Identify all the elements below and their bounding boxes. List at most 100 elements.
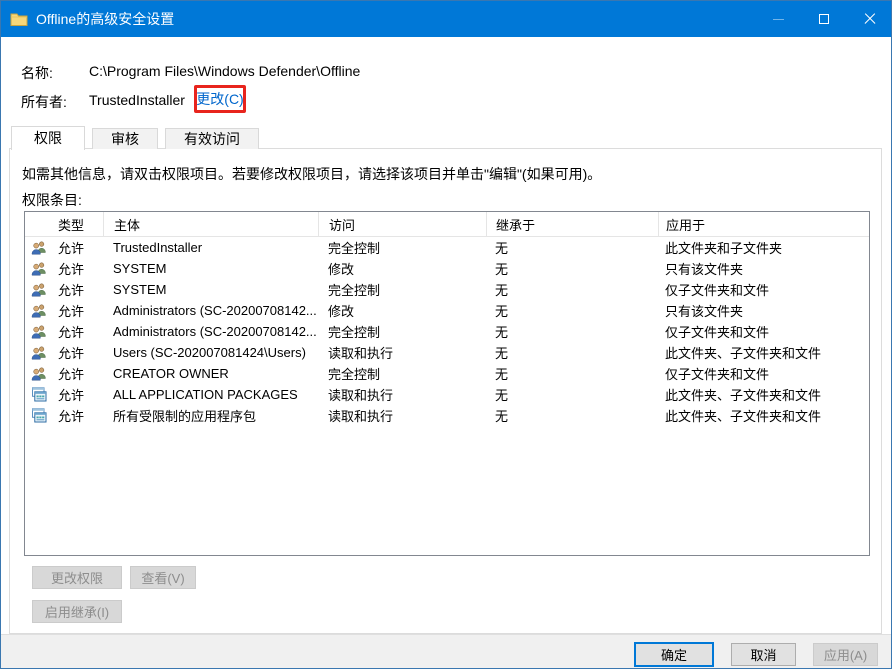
cell-access: 完全控制 [318, 280, 486, 299]
permission-entries-label: 权限条目: [22, 190, 82, 210]
column-header-inherited-from[interactable]: 继承于 [486, 212, 658, 236]
cell-applies-to: 此文件夹、子文件夹和文件 [658, 406, 869, 425]
tab-strip: 权限 审核 有效访问 [11, 126, 259, 150]
cell-inherited-from: 无 [486, 406, 658, 425]
owner-label: 所有者: [21, 92, 67, 112]
instruction-text: 如需其他信息，请双击权限项目。若要修改权限项目，请选择该项目并单击"编辑"(如果… [22, 164, 601, 184]
tab-permissions[interactable]: 权限 [11, 126, 85, 150]
permission-row[interactable]: 允许 TrustedInstaller 完全控制 无 此文件夹和子文件夹 [25, 237, 869, 258]
cell-type: 允许 [58, 301, 84, 320]
cell-type: 允许 [58, 322, 84, 341]
change-permissions-button[interactable]: 更改权限 [32, 566, 122, 589]
permission-row[interactable]: 允许 所有受限制的应用程序包 读取和执行 无 此文件夹、子文件夹和文件 [25, 405, 869, 426]
users-icon [31, 282, 47, 297]
cell-access: 读取和执行 [318, 406, 486, 425]
close-button[interactable] [847, 1, 892, 37]
folder-icon [10, 11, 28, 27]
cell-principal: ALL APPLICATION PACKAGES [103, 387, 318, 402]
column-header-type[interactable]: 类型 [25, 212, 103, 236]
cell-applies-to: 仅子文件夹和文件 [658, 322, 869, 341]
cell-principal: Users (SC-202007081424\Users) [103, 345, 318, 360]
maximize-button[interactable] [801, 1, 847, 37]
ok-button[interactable]: 确定 [634, 642, 714, 667]
app-package-icon [31, 387, 47, 402]
cell-principal: CREATOR OWNER [103, 366, 318, 381]
cell-applies-to: 只有该文件夹 [658, 301, 869, 320]
cell-access: 读取和执行 [318, 343, 486, 362]
tab-auditing[interactable]: 审核 [92, 128, 158, 149]
users-icon [31, 303, 47, 318]
cell-access: 完全控制 [318, 364, 486, 383]
dialog-footer: 确定 取消 应用(A) [1, 634, 892, 669]
permission-row[interactable]: 允许 Administrators (SC-20200708142... 完全控… [25, 321, 869, 342]
cell-principal: Administrators (SC-20200708142... [103, 303, 318, 318]
cell-type: 允许 [58, 364, 84, 383]
cell-applies-to: 只有该文件夹 [658, 259, 869, 278]
permissions-tab-page: 如需其他信息，请双击权限项目。若要修改权限项目，请选择该项目并单击"编辑"(如果… [9, 148, 882, 634]
cell-type: 允许 [58, 238, 84, 257]
users-icon [31, 240, 47, 255]
column-header-access[interactable]: 访问 [318, 212, 486, 236]
cell-inherited-from: 无 [486, 259, 658, 278]
column-header-applies-to[interactable]: 应用于 [658, 212, 869, 236]
name-value: C:\Program Files\Windows Defender\Offlin… [89, 63, 360, 79]
cell-inherited-from: 无 [486, 343, 658, 362]
cell-principal: TrustedInstaller [103, 240, 318, 255]
users-icon [31, 261, 47, 276]
cell-principal: SYSTEM [103, 261, 318, 276]
name-label: 名称: [21, 63, 53, 83]
titlebar: Offline的高级安全设置 [1, 1, 892, 37]
cell-principal: SYSTEM [103, 282, 318, 297]
cell-inherited-from: 无 [486, 301, 658, 320]
minimize-icon [773, 19, 784, 20]
permission-row[interactable]: 允许 CREATOR OWNER 完全控制 无 仅子文件夹和文件 [25, 363, 869, 384]
column-header-principal[interactable]: 主体 [103, 212, 318, 236]
minimize-button[interactable] [755, 1, 801, 37]
cell-inherited-from: 无 [486, 322, 658, 341]
permission-row[interactable]: 允许 Administrators (SC-20200708142... 修改 … [25, 300, 869, 321]
permission-row[interactable]: 允许 SYSTEM 修改 无 只有该文件夹 [25, 258, 869, 279]
view-button[interactable]: 查看(V) [130, 566, 196, 589]
permission-row[interactable]: 允许 SYSTEM 完全控制 无 仅子文件夹和文件 [25, 279, 869, 300]
cell-access: 完全控制 [318, 322, 486, 341]
cell-applies-to: 此文件夹和子文件夹 [658, 238, 869, 257]
cell-applies-to: 此文件夹、子文件夹和文件 [658, 343, 869, 362]
cell-type: 允许 [58, 259, 84, 278]
tab-effective-access[interactable]: 有效访问 [165, 128, 259, 149]
cell-type: 允许 [58, 385, 84, 404]
cell-inherited-from: 无 [486, 238, 658, 257]
cell-applies-to: 仅子文件夹和文件 [658, 280, 869, 299]
cell-inherited-from: 无 [486, 280, 658, 299]
permission-entries-list: 类型 主体 访问 继承于 应用于 允许 TrustedInstaller 完全控… [24, 211, 870, 556]
close-icon [864, 13, 876, 25]
users-icon [31, 366, 47, 381]
cell-access: 修改 [318, 301, 486, 320]
cell-applies-to: 仅子文件夹和文件 [658, 364, 869, 383]
cell-inherited-from: 无 [486, 364, 658, 383]
list-header-row: 类型 主体 访问 继承于 应用于 [25, 212, 869, 237]
apply-button[interactable]: 应用(A) [813, 643, 878, 666]
cell-access: 读取和执行 [318, 385, 486, 404]
cancel-button[interactable]: 取消 [731, 643, 796, 666]
red-highlight-box: 更改(C) [194, 85, 246, 113]
cell-applies-to: 此文件夹、子文件夹和文件 [658, 385, 869, 404]
users-icon [31, 324, 47, 339]
enable-inheritance-button[interactable]: 启用继承(I) [32, 600, 122, 623]
owner-value: TrustedInstaller [89, 92, 185, 108]
permission-row[interactable]: 允许 ALL APPLICATION PACKAGES 读取和执行 无 此文件夹… [25, 384, 869, 405]
cell-access: 修改 [318, 259, 486, 278]
maximize-icon [819, 14, 829, 24]
cell-principal: 所有受限制的应用程序包 [103, 406, 318, 425]
permission-row[interactable]: 允许 Users (SC-202007081424\Users) 读取和执行 无… [25, 342, 869, 363]
cell-access: 完全控制 [318, 238, 486, 257]
cell-principal: Administrators (SC-20200708142... [103, 324, 318, 339]
cell-type: 允许 [58, 343, 84, 362]
advanced-security-settings-window: Offline的高级安全设置 名称: C:\Program Files\Wind… [0, 0, 892, 669]
cell-type: 允许 [58, 280, 84, 299]
users-icon [31, 345, 47, 360]
cell-inherited-from: 无 [486, 385, 658, 404]
cell-type: 允许 [58, 406, 84, 425]
change-owner-link[interactable]: 更改(C) [196, 89, 243, 109]
app-package-icon [31, 408, 47, 423]
window-title: Offline的高级安全设置 [36, 9, 755, 29]
